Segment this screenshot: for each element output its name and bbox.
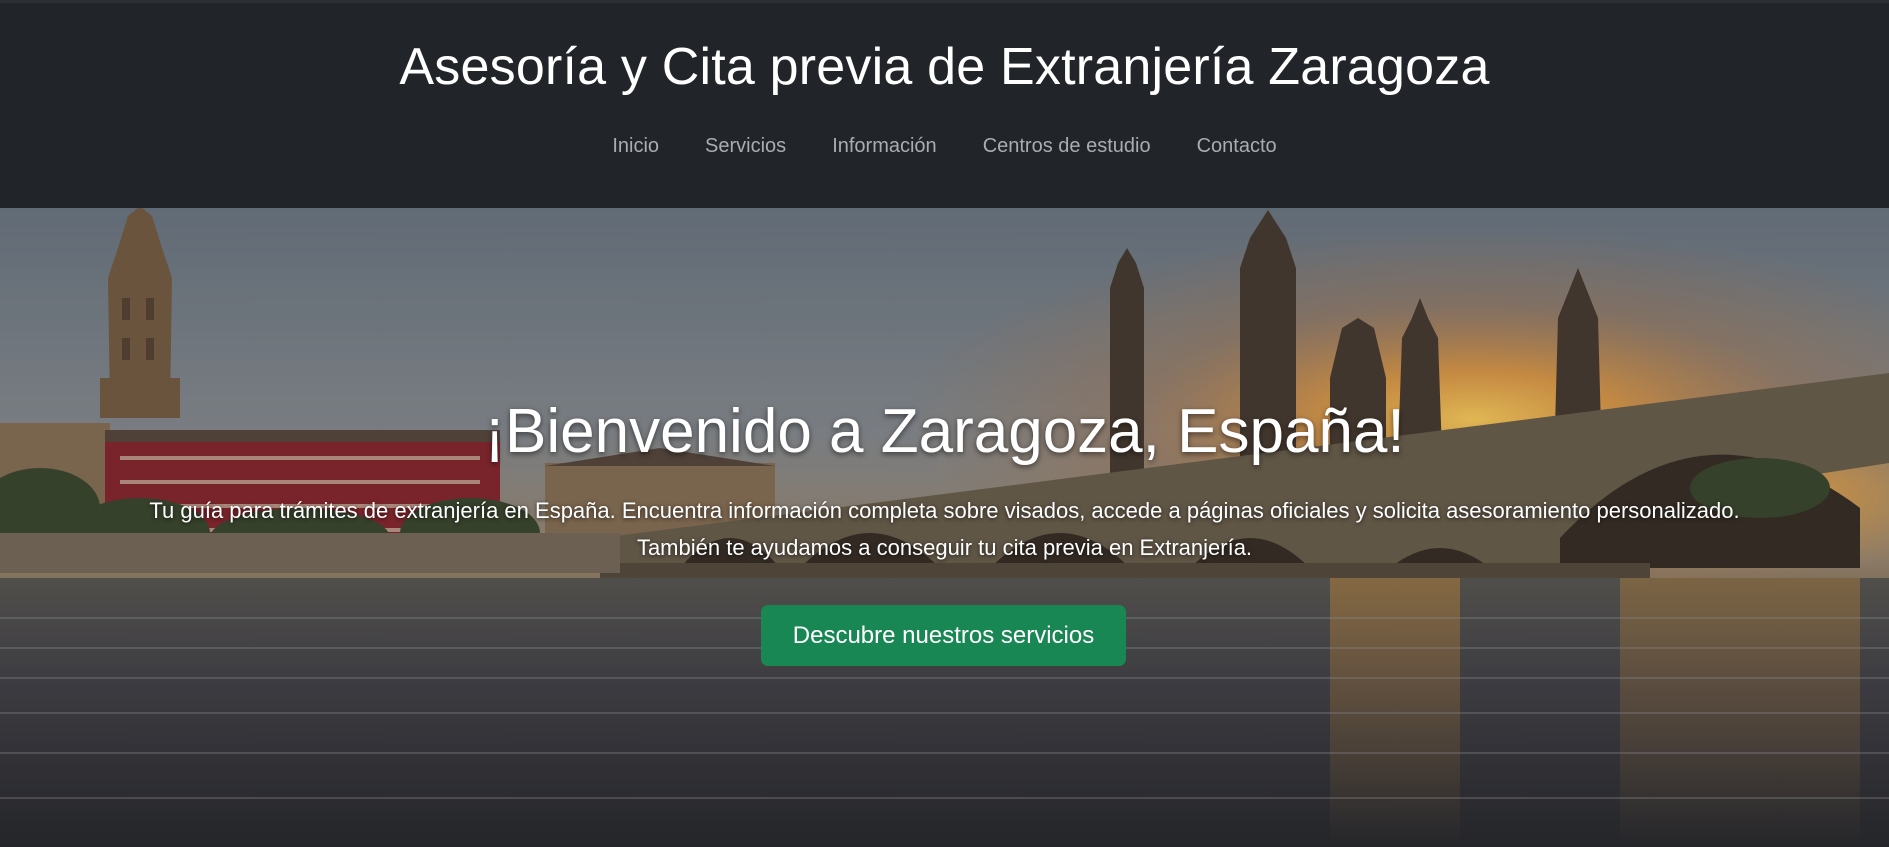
hero-title: ¡Bienvenido a Zaragoza, España!: [484, 397, 1405, 466]
nav-link-contacto[interactable]: Contacto: [1174, 129, 1300, 163]
nav-link-servicios[interactable]: Servicios: [682, 129, 809, 163]
main-nav: Inicio Servicios Información Centros de …: [0, 129, 1889, 163]
nav-link-centros-de-estudio[interactable]: Centros de estudio: [960, 129, 1174, 163]
discover-services-button[interactable]: Descubre nuestros servicios: [761, 605, 1126, 666]
site-title: Asesoría y Cita previa de Extranjería Za…: [399, 38, 1490, 96]
nav-link-informacion[interactable]: Información: [809, 129, 960, 163]
nav-link-inicio[interactable]: Inicio: [589, 129, 682, 163]
hero-section: ¡Bienvenido a Zaragoza, España! Tu guía …: [0, 208, 1889, 847]
hero-description: Tu guía para trámites de extranjería en …: [149, 498, 1740, 560]
site-header: Asesoría y Cita previa de Extranjería Za…: [0, 0, 1889, 208]
